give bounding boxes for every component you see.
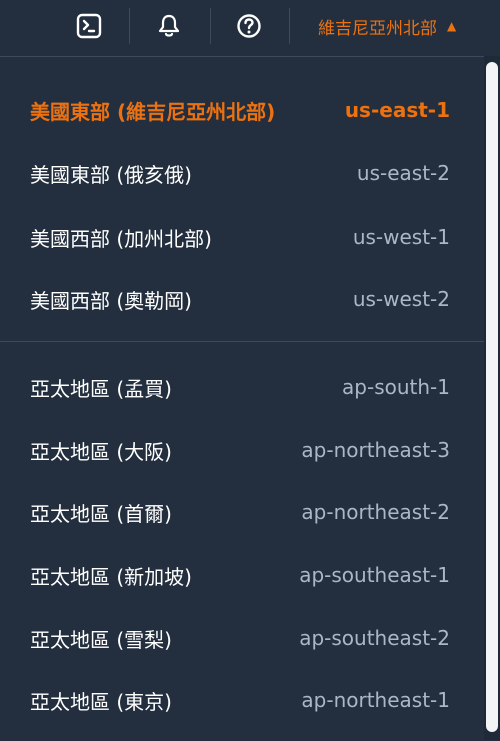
toolbar-separator [129, 8, 130, 44]
terminal-icon[interactable] [75, 12, 103, 40]
scrollbar-thumb[interactable] [486, 62, 498, 732]
region-selector-button[interactable]: 維吉尼亞州北部 ▲ [318, 12, 456, 40]
region-code: us-west-2 [352, 287, 450, 311]
region-code: ap-northeast-1 [301, 688, 450, 712]
region-code: us-west-1 [352, 225, 450, 249]
region-option-us-west-2[interactable]: 美國西部 (奧勒岡) us-west-2 [30, 279, 450, 319]
region-option-ap-northeast-1[interactable]: 亞太地區 (東京) ap-northeast-1 [30, 680, 450, 720]
region-name: 亞太地區 (雪梨) [30, 627, 172, 652]
region-code: ap-southeast-1 [299, 563, 450, 587]
region-name: 美國東部 (維吉尼亞州北部) [30, 99, 276, 124]
region-option-ap-northeast-3[interactable]: 亞太地區 (大阪) ap-northeast-3 [30, 430, 450, 470]
region-option-ap-northeast-2[interactable]: 亞太地區 (首爾) ap-northeast-2 [30, 492, 450, 532]
caret-up-icon: ▲ [447, 19, 457, 33]
region-name: 美國西部 (加州北部) [30, 226, 212, 251]
region-code: us-east-2 [356, 161, 450, 185]
help-icon[interactable] [235, 12, 263, 40]
region-name: 美國西部 (奧勒岡) [30, 288, 192, 313]
region-code: ap-northeast-3 [301, 438, 450, 462]
region-option-us-west-1[interactable]: 美國西部 (加州北部) us-west-1 [30, 217, 450, 257]
region-dropdown-panel: 美國東部 (維吉尼亞州北部) us-east-1 美國東部 (俄亥俄) us-e… [0, 56, 484, 741]
region-code: ap-southeast-2 [299, 626, 450, 650]
region-code: ap-south-1 [342, 375, 450, 399]
region-code: us-east-1 [344, 98, 450, 122]
region-group-divider [0, 341, 484, 342]
toolbar-separator [210, 8, 211, 44]
region-option-us-east-1[interactable]: 美國東部 (維吉尼亞州北部) us-east-1 [30, 90, 450, 130]
bell-icon[interactable] [155, 12, 183, 40]
region-name: 亞太地區 (新加坡) [30, 564, 192, 589]
region-code: ap-northeast-2 [301, 500, 450, 524]
toolbar-separator [289, 8, 290, 44]
region-name: 亞太地區 (孟買) [30, 376, 172, 401]
region-name: 亞太地區 (大阪) [30, 439, 172, 464]
region-option-ap-southeast-2[interactable]: 亞太地區 (雪梨) ap-southeast-2 [30, 618, 450, 658]
top-navigation-bar: 維吉尼亞州北部 ▲ [0, 0, 500, 56]
region-name: 亞太地區 (東京) [30, 689, 172, 714]
region-selector-label: 維吉尼亞州北部 [318, 18, 437, 39]
region-option-us-east-2[interactable]: 美國東部 (俄亥俄) us-east-2 [30, 153, 450, 193]
region-name: 亞太地區 (首爾) [30, 501, 172, 526]
region-option-ap-south-1[interactable]: 亞太地區 (孟買) ap-south-1 [30, 367, 450, 407]
region-name: 美國東部 (俄亥俄) [30, 162, 192, 187]
region-option-ap-southeast-1[interactable]: 亞太地區 (新加坡) ap-southeast-1 [30, 555, 450, 595]
